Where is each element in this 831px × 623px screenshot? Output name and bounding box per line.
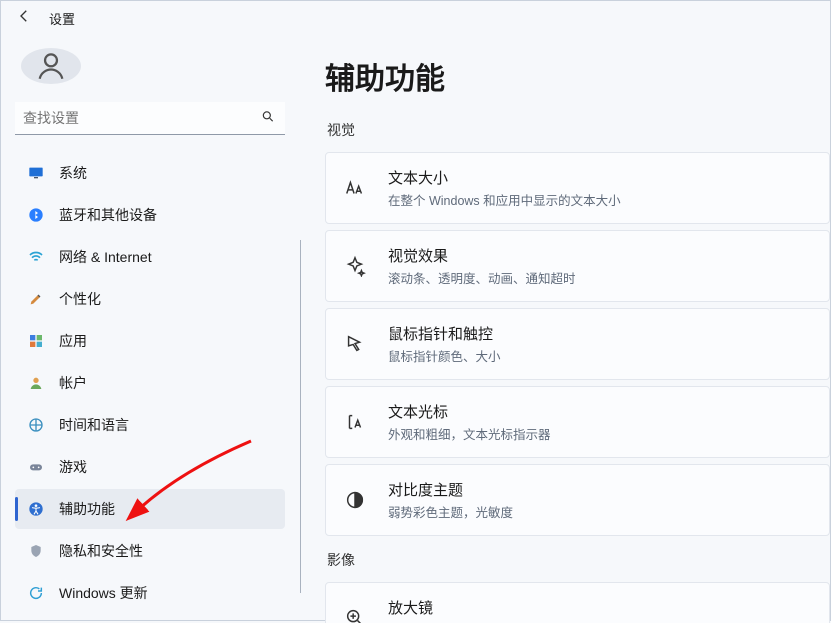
card-text-size[interactable]: 文本大小 在整个 Windows 和应用中显示的文本大小 [325,152,830,224]
text-cursor-icon [342,409,368,435]
sidebar-item-gaming[interactable]: 游戏 [15,447,285,487]
card-desc: 弱势彩色主题，光敏度 [388,502,813,521]
section-imaging-label: 影像 [327,550,830,570]
card-contrast-themes[interactable]: 对比度主题 弱势彩色主题，光敏度 [325,464,830,536]
card-magnifier[interactable]: 放大镜 放大镜阅读、缩放增量 [325,582,830,623]
sidebar-item-label: 应用 [59,331,275,351]
card-desc: 外观和粗细，文本光标指示器 [388,424,813,443]
card-mouse-pointer[interactable]: 鼠标指针和触控 鼠标指针颜色、大小 [325,308,830,380]
sidebar-item-label: 辅助功能 [59,499,275,519]
sidebar-item-time-language[interactable]: 时间和语言 [15,405,285,445]
back-button[interactable] [15,7,33,30]
sidebar-item-windows-update[interactable]: Windows 更新 [15,573,285,613]
card-title: 文本大小 [388,167,813,188]
sidebar-item-accounts[interactable]: 帐户 [15,363,285,403]
sidebar-item-network[interactable]: 网络 & Internet [15,237,285,277]
card-text-cursor[interactable]: 文本光标 外观和粗细，文本光标指示器 [325,386,830,458]
card-desc: 在整个 Windows 和应用中显示的文本大小 [388,190,813,209]
sidebar-item-label: 网络 & Internet [59,247,275,267]
gamepad-icon [27,458,45,476]
sidebar-item-label: 帐户 [59,373,275,393]
paintbrush-icon [27,290,45,308]
sidebar-item-system[interactable]: 系统 [15,153,285,193]
sidebar-item-privacy[interactable]: 隐私和安全性 [15,531,285,571]
sidebar-scrollbar[interactable] [300,240,301,593]
user-icon [27,374,45,392]
card-desc: 滚动条、透明度、动画、通知超时 [388,268,813,287]
card-title: 鼠标指针和触控 [388,323,813,344]
bluetooth-icon [27,206,45,224]
search-input[interactable] [15,102,285,135]
sidebar-item-apps[interactable]: 应用 [15,321,285,361]
page-title: 辅助功能 [325,54,830,98]
window-title: 设置 [49,9,75,28]
wifi-icon [27,248,45,266]
card-title: 对比度主题 [388,479,813,500]
card-title: 文本光标 [388,401,813,422]
text-size-icon [342,175,368,201]
sparkle-icon [342,253,368,279]
sidebar-item-label: 个性化 [59,289,275,309]
cursor-icon [342,331,368,357]
sidebar-item-label: 蓝牙和其他设备 [59,205,275,225]
update-icon [27,584,45,602]
card-visual-effects[interactable]: 视觉效果 滚动条、透明度、动画、通知超时 [325,230,830,302]
section-vision-label: 视觉 [327,120,830,140]
sidebar-nav: 系统 蓝牙和其他设备 网络 & Internet 个性化 [15,153,285,613]
sidebar-item-bluetooth[interactable]: 蓝牙和其他设备 [15,195,285,235]
accessibility-icon [27,500,45,518]
sidebar-item-label: 系统 [59,163,275,183]
shield-icon [27,542,45,560]
contrast-icon [342,487,368,513]
monitor-icon [27,164,45,182]
globe-clock-icon [27,416,45,434]
sidebar-item-label: Windows 更新 [59,583,275,603]
sidebar-item-personalization[interactable]: 个性化 [15,279,285,319]
sidebar-item-label: 隐私和安全性 [59,541,275,561]
sidebar-item-label: 游戏 [59,457,275,477]
card-desc: 鼠标指针颜色、大小 [388,346,813,365]
search-input-wrap [15,102,285,135]
main-content: 辅助功能 视觉 文本大小 在整个 Windows 和应用中显示的文本大小 视觉效… [301,40,830,623]
avatar[interactable] [21,48,81,84]
sidebar-item-accessibility[interactable]: 辅助功能 [15,489,285,529]
sidebar: 系统 蓝牙和其他设备 网络 & Internet 个性化 [1,40,301,623]
apps-icon [27,332,45,350]
card-title: 视觉效果 [388,245,813,266]
magnifier-plus-icon [342,605,368,623]
card-title: 放大镜 [388,597,813,618]
sidebar-item-label: 时间和语言 [59,415,275,435]
